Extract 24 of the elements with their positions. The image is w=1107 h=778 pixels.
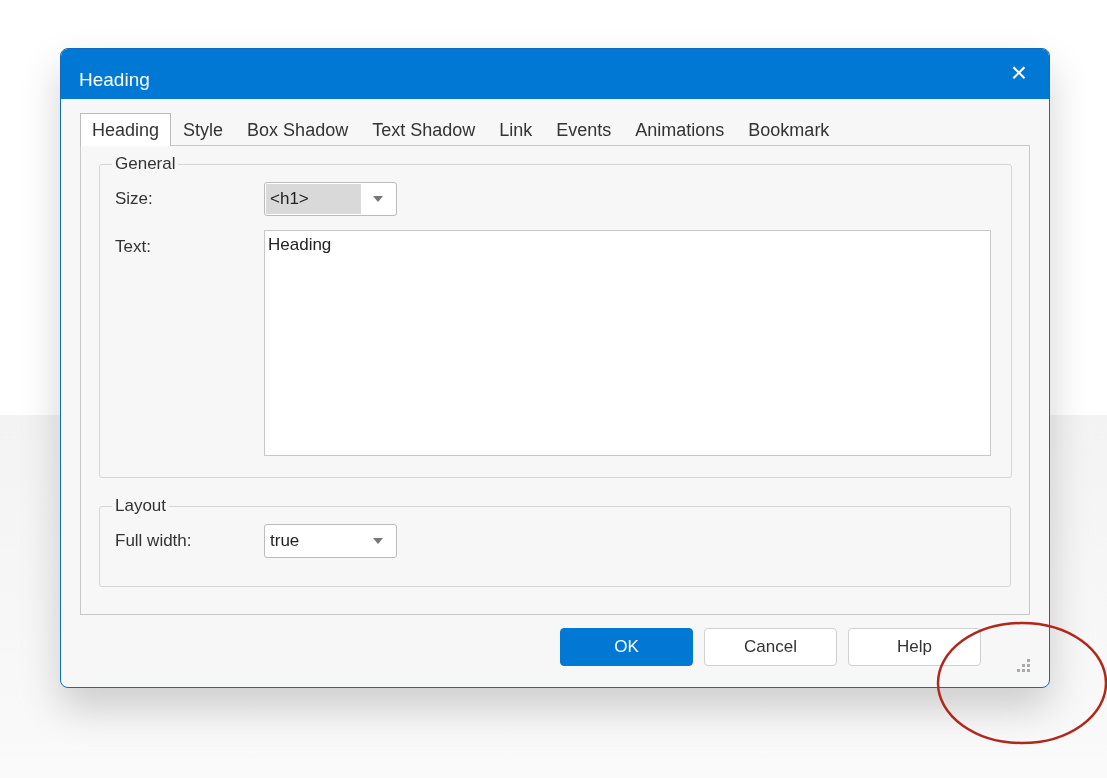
dialog-button[interactable]: Cancel [704, 628, 837, 666]
dropdown[interactable]: <h1> [264, 182, 397, 216]
text-area[interactable]: Heading [264, 230, 991, 456]
field-label: Text: [115, 236, 152, 257]
tab[interactable]: Animations [623, 114, 737, 145]
caret-icon [373, 538, 383, 544]
tab[interactable]: Bookmark [736, 114, 842, 145]
tab[interactable]: Box Shadow [235, 114, 361, 145]
tab[interactable]: Text Shadow [360, 114, 488, 145]
tab[interactable]: Link [487, 114, 545, 145]
dialog-button[interactable]: OK [560, 628, 693, 666]
dropdown[interactable]: true [264, 524, 397, 558]
caret-icon [373, 196, 383, 202]
tab[interactable]: Events [544, 114, 624, 145]
dialog-button[interactable]: Help [848, 628, 981, 666]
group-title: Layout [114, 496, 168, 516]
field-label: Full width: [115, 530, 193, 551]
tab[interactable]: Heading [80, 113, 172, 146]
tab[interactable]: Style [171, 114, 236, 145]
group-title: General [114, 154, 177, 174]
window-title: Heading [79, 69, 150, 91]
resize-grip-icon[interactable] [1017, 659, 1031, 673]
close-button[interactable]: × [1006, 59, 1031, 87]
field-label: Size: [115, 188, 154, 209]
